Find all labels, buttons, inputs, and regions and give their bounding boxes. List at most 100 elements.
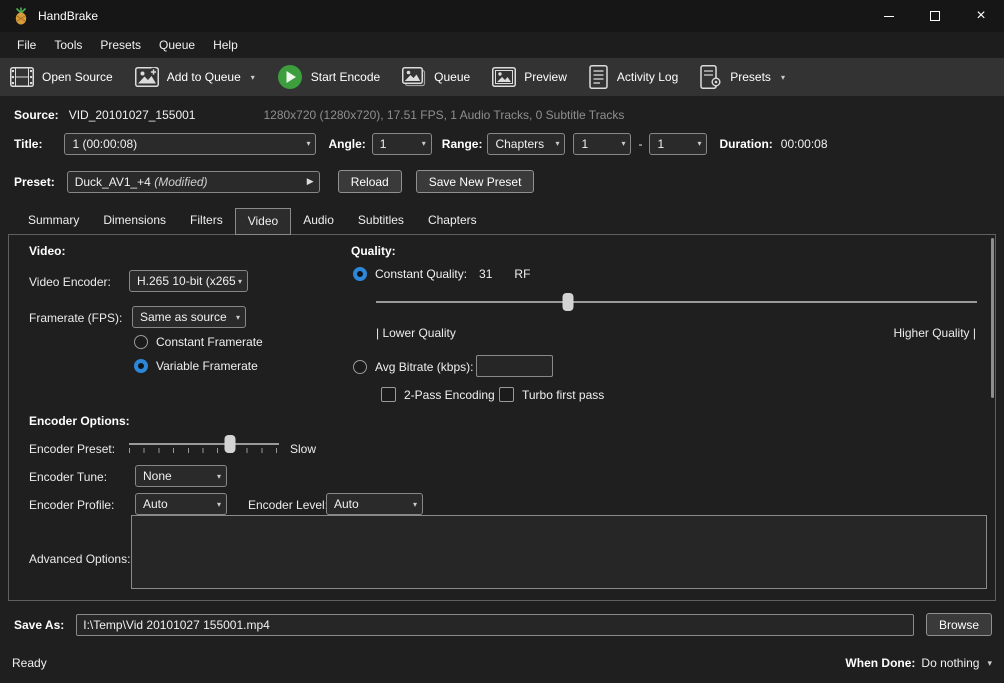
constant-quality-label: Constant Quality: xyxy=(375,267,467,281)
encoder-tune-select[interactable]: None ▾ xyxy=(135,465,227,487)
maximize-button[interactable] xyxy=(912,0,958,32)
menu-presets[interactable]: Presets xyxy=(91,34,150,56)
avg-bitrate-radio[interactable]: Avg Bitrate (kbps): xyxy=(353,360,473,374)
tab-filters[interactable]: Filters xyxy=(178,208,235,234)
chevron-down-icon: ▾ xyxy=(306,139,310,148)
title-select-value: 1 (00:00:08) xyxy=(72,137,304,151)
menubar: File Tools Presets Queue Help xyxy=(0,32,1004,58)
save-as-label: Save As: xyxy=(14,618,64,632)
slider-track xyxy=(376,301,977,303)
range-end-select[interactable]: 1 ▾ xyxy=(649,133,707,155)
slider-thumb[interactable] xyxy=(563,293,574,311)
add-to-queue-button[interactable]: Add to Queue ▾ xyxy=(135,67,255,87)
range-start-select[interactable]: 1 ▾ xyxy=(573,133,631,155)
panel-scrollbar[interactable] xyxy=(991,238,994,398)
video-encoder-select[interactable]: H.265 10-bit (x265 ▾ xyxy=(129,270,248,292)
range-start-value: 1 xyxy=(581,137,619,151)
encoder-profile-select[interactable]: Auto ▾ xyxy=(135,493,227,515)
minimize-icon xyxy=(884,16,894,17)
minimize-button[interactable] xyxy=(866,0,912,32)
arrow-right-icon: ▶ xyxy=(307,176,314,187)
tab-chapters[interactable]: Chapters xyxy=(416,208,489,234)
encoder-level-label: Encoder Level: xyxy=(248,498,328,512)
photo-preview-icon xyxy=(492,67,516,87)
close-button[interactable]: × xyxy=(958,0,1004,32)
preview-label: Preview xyxy=(524,70,567,84)
add-to-queue-label: Add to Queue xyxy=(167,70,241,84)
queue-button[interactable]: Queue xyxy=(402,67,470,87)
radio-unselected-icon xyxy=(353,360,367,374)
chevron-down-icon: ▾ xyxy=(621,139,625,148)
two-pass-checkbox[interactable]: 2-Pass Encoding xyxy=(381,387,495,402)
turbo-first-pass-checkbox[interactable]: Turbo first pass xyxy=(499,387,604,402)
tab-dimensions[interactable]: Dimensions xyxy=(91,208,178,234)
save-as-input[interactable] xyxy=(76,614,914,636)
range-label: Range: xyxy=(442,137,483,151)
chevron-down-icon: ▾ xyxy=(697,139,701,148)
film-strip-icon xyxy=(10,67,34,87)
when-done-label: When Done: xyxy=(845,656,915,670)
reload-button[interactable]: Reload xyxy=(338,170,402,193)
encoder-tune-label: Encoder Tune: xyxy=(29,470,107,484)
radio-unselected-icon xyxy=(134,335,148,349)
duration-label: Duration: xyxy=(719,137,772,151)
handbrake-window: HandBrake × File Tools Presets Queue Hel… xyxy=(0,0,1004,683)
duration-value: 00:00:08 xyxy=(781,137,828,151)
tab-audio[interactable]: Audio xyxy=(291,208,346,234)
chevron-down-icon: ▾ xyxy=(217,500,221,509)
title-select[interactable]: 1 (00:00:08) ▾ xyxy=(64,133,316,155)
framerate-select[interactable]: Same as source ▾ xyxy=(132,306,246,328)
open-source-button[interactable]: Open Source xyxy=(10,67,113,87)
advanced-options-input[interactable] xyxy=(131,515,987,589)
encoder-level-select[interactable]: Auto ▾ xyxy=(326,493,423,515)
checkbox-unchecked-icon xyxy=(499,387,514,402)
constant-quality-radio[interactable]: Constant Quality: 31 RF xyxy=(353,267,530,281)
advanced-options-label: Advanced Options: xyxy=(29,552,130,566)
chevron-down-icon: ▾ xyxy=(251,73,255,82)
menu-help[interactable]: Help xyxy=(204,34,247,56)
start-encode-button[interactable]: Start Encode xyxy=(277,64,380,90)
radio-selected-icon xyxy=(353,267,367,281)
slider-track xyxy=(129,443,279,445)
framerate-label: Framerate (FPS): xyxy=(29,311,122,325)
checkbox-unchecked-icon xyxy=(381,387,396,402)
constant-framerate-radio[interactable]: Constant Framerate xyxy=(134,335,263,349)
tab-subtitles[interactable]: Subtitles xyxy=(346,208,416,234)
framerate-value: Same as source xyxy=(140,310,234,324)
preview-button[interactable]: Preview xyxy=(492,67,567,87)
avg-bitrate-input[interactable] xyxy=(476,355,553,377)
when-done-dropdown[interactable]: When Done: Do nothing ▾ xyxy=(845,656,992,670)
browse-button[interactable]: Browse xyxy=(926,613,992,636)
encoder-preset-slider[interactable] xyxy=(129,433,279,455)
preset-select[interactable]: Duck_AV1_+4 (Modified) ▶ xyxy=(67,171,320,193)
range-type-select[interactable]: Chapters ▾ xyxy=(487,133,565,155)
activity-log-label: Activity Log xyxy=(617,70,678,84)
angle-select[interactable]: 1 ▾ xyxy=(372,133,432,155)
activity-log-button[interactable]: Activity Log xyxy=(589,65,678,89)
source-name: VID_20101027_155001 xyxy=(69,108,196,122)
video-encoder-label: Video Encoder: xyxy=(29,275,111,289)
title-label: Title: xyxy=(14,137,42,151)
variable-framerate-radio[interactable]: Variable Framerate xyxy=(134,359,258,373)
encoder-preset-value: Slow xyxy=(290,442,316,456)
presets-button[interactable]: Presets ▾ xyxy=(700,65,785,89)
slider-thumb[interactable] xyxy=(224,435,235,453)
rf-label: RF xyxy=(514,267,530,281)
menu-queue[interactable]: Queue xyxy=(150,34,204,56)
quality-slider[interactable] xyxy=(376,291,977,313)
encoder-profile-value: Auto xyxy=(143,497,215,511)
range-end-value: 1 xyxy=(657,137,695,151)
start-encode-label: Start Encode xyxy=(311,70,380,84)
encoder-options-heading: Encoder Options: xyxy=(29,414,130,428)
menu-tools[interactable]: Tools xyxy=(45,34,91,56)
chevron-down-icon: ▾ xyxy=(987,658,992,669)
tab-video[interactable]: Video xyxy=(235,208,291,235)
angle-select-value: 1 xyxy=(380,137,420,151)
when-done-value: Do nothing xyxy=(921,656,979,670)
source-label: Source: xyxy=(14,108,59,122)
tab-summary[interactable]: Summary xyxy=(16,208,91,234)
preset-label: Preset: xyxy=(14,175,55,189)
menu-file[interactable]: File xyxy=(8,34,45,56)
save-new-preset-button[interactable]: Save New Preset xyxy=(416,170,535,193)
range-separator: - xyxy=(638,137,642,151)
